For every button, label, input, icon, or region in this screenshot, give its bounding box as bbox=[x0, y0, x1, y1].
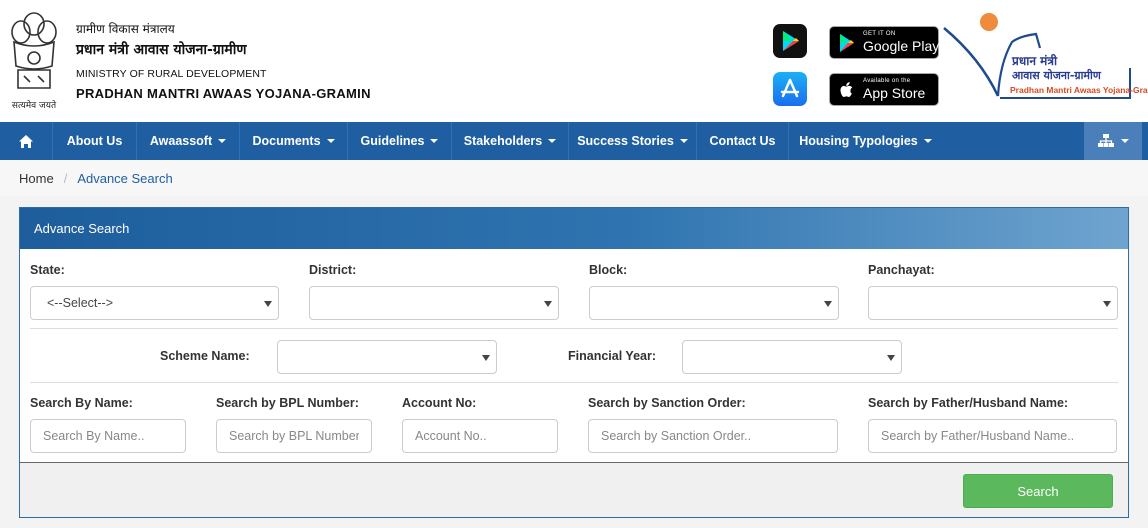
nav-about-us[interactable]: About Us bbox=[53, 122, 137, 160]
national-emblem-icon bbox=[11, 12, 57, 89]
father-husband-name-input[interactable] bbox=[868, 419, 1117, 453]
nav-label: About Us bbox=[66, 134, 123, 148]
caret-down-icon bbox=[1120, 139, 1129, 143]
state-select-value: <--Select--> bbox=[47, 296, 113, 310]
dropdown-arrow-icon bbox=[887, 355, 895, 361]
divider bbox=[30, 382, 1118, 383]
app-store-label: App Store bbox=[863, 85, 926, 101]
financial-year-select[interactable] bbox=[682, 340, 902, 374]
apple-icon bbox=[840, 82, 853, 97]
dropdown-arrow-icon bbox=[1103, 301, 1111, 307]
google-play-icon bbox=[840, 34, 854, 52]
app-store-small-text: Available on the bbox=[863, 78, 911, 84]
breadcrumb-home-link[interactable]: Home bbox=[19, 171, 54, 186]
block-label: Block: bbox=[589, 263, 628, 277]
sanction-order-label: Search by Sanction Order: bbox=[588, 396, 746, 410]
home-nav-button[interactable] bbox=[0, 122, 53, 160]
panchayat-label: Panchayat: bbox=[868, 263, 935, 277]
state-select[interactable]: <--Select--> bbox=[30, 286, 279, 320]
caret-down-icon bbox=[218, 139, 227, 143]
emblem-caption: सत्यमेव जयते bbox=[11, 101, 57, 111]
caret-down-icon bbox=[548, 139, 557, 143]
nav-label: Success Stories bbox=[577, 134, 674, 148]
scheme-name-select[interactable] bbox=[277, 340, 497, 374]
nav-awaassoft[interactable]: Awaassoft bbox=[137, 122, 240, 160]
site-header: सत्यमेव जयते ग्रामीण विकास मंत्रालय प्रध… bbox=[0, 0, 1148, 122]
breadcrumb-separator: / bbox=[63, 170, 68, 186]
nav-label: Guidelines bbox=[360, 134, 425, 148]
play-store-icon[interactable] bbox=[773, 24, 807, 58]
google-play-badge[interactable]: GET IT ON Google Play bbox=[829, 26, 939, 59]
search-button[interactable]: Search bbox=[963, 474, 1113, 508]
financial-year-label: Financial Year: bbox=[568, 349, 657, 363]
search-by-name-input[interactable] bbox=[30, 419, 186, 453]
ministry-title: MINISTRY OF RURAL DEVELOPMENT bbox=[76, 68, 267, 80]
caret-down-icon bbox=[430, 139, 439, 143]
nav-contact-us[interactable]: Contact Us bbox=[697, 122, 789, 160]
breadcrumb-current: Advance Search bbox=[77, 170, 173, 186]
dropdown-arrow-icon bbox=[264, 301, 272, 307]
nav-stakeholders[interactable]: Stakeholders bbox=[452, 122, 569, 160]
caret-down-icon bbox=[923, 139, 932, 143]
panchayat-select[interactable] bbox=[868, 286, 1118, 320]
app-store-badge[interactable]: Available on the App Store bbox=[829, 73, 939, 106]
hindi-ministry-title: ग्रामीण विकास मंत्रालय bbox=[76, 22, 175, 36]
nav-label: Awaassoft bbox=[149, 134, 213, 148]
google-play-label: Google Play bbox=[863, 38, 940, 54]
state-label: State: bbox=[30, 263, 65, 277]
block-select[interactable] bbox=[589, 286, 839, 320]
dropdown-arrow-icon bbox=[544, 301, 552, 307]
panel-title: Advance Search bbox=[20, 208, 1128, 249]
divider bbox=[30, 328, 1118, 329]
father-husband-name-label: Search by Father/Husband Name: bbox=[868, 396, 1069, 410]
sanction-order-input[interactable] bbox=[588, 419, 838, 453]
search-by-name-label: Search By Name: bbox=[30, 396, 133, 410]
nav-success-stories[interactable]: Success Stories bbox=[569, 122, 697, 160]
account-no-label: Account No: bbox=[402, 396, 477, 410]
breadcrumb: Home / Advance Search bbox=[0, 160, 1148, 196]
nav-guidelines[interactable]: Guidelines bbox=[348, 122, 452, 160]
scheme-title: PRADHAN MANTRI AWAAS YOJANA-GRAMIN bbox=[76, 86, 371, 101]
advance-search-panel: Advance Search State: <--Select--> Distr… bbox=[19, 207, 1129, 518]
dropdown-arrow-icon bbox=[482, 355, 490, 361]
caret-down-icon bbox=[679, 139, 688, 143]
main-nav: About Us Awaassoft Documents Guidelines … bbox=[0, 122, 1148, 160]
nav-label: Contact Us bbox=[709, 134, 776, 148]
nav-label: Documents bbox=[252, 134, 321, 148]
district-select[interactable] bbox=[309, 286, 559, 320]
nav-label: Stakeholders bbox=[463, 134, 543, 148]
account-no-input[interactable] bbox=[402, 419, 558, 453]
hindi-scheme-title: प्रधान मंत्री आवास योजना-ग्रामीण bbox=[76, 42, 247, 58]
home-icon bbox=[19, 134, 33, 148]
search-by-bpl-label: Search by BPL Number: bbox=[216, 396, 359, 410]
google-play-small-text: GET IT ON bbox=[863, 31, 896, 37]
logo-hindi-line2: आवास योजना-ग्रामीण bbox=[1012, 69, 1101, 82]
logo-english-line: Pradhan Mantri Awaas Yojana-Gramin bbox=[1010, 85, 1148, 95]
nav-label: Housing Typologies bbox=[799, 134, 918, 148]
sitemap-menu-button[interactable] bbox=[1084, 122, 1142, 160]
panel-footer: Search bbox=[20, 462, 1128, 517]
nav-housing-typologies[interactable]: Housing Typologies bbox=[789, 122, 942, 160]
district-label: District: bbox=[309, 263, 357, 277]
search-by-bpl-input[interactable] bbox=[216, 419, 372, 453]
app-store-icon[interactable] bbox=[773, 72, 807, 106]
logo-hindi-line1: प्रधान मंत्री bbox=[1012, 54, 1058, 68]
nav-documents[interactable]: Documents bbox=[240, 122, 348, 160]
scheme-name-label: Scheme Name: bbox=[160, 349, 250, 363]
dropdown-arrow-icon bbox=[824, 301, 832, 307]
sitemap-icon bbox=[1097, 134, 1114, 147]
caret-down-icon bbox=[326, 139, 335, 143]
